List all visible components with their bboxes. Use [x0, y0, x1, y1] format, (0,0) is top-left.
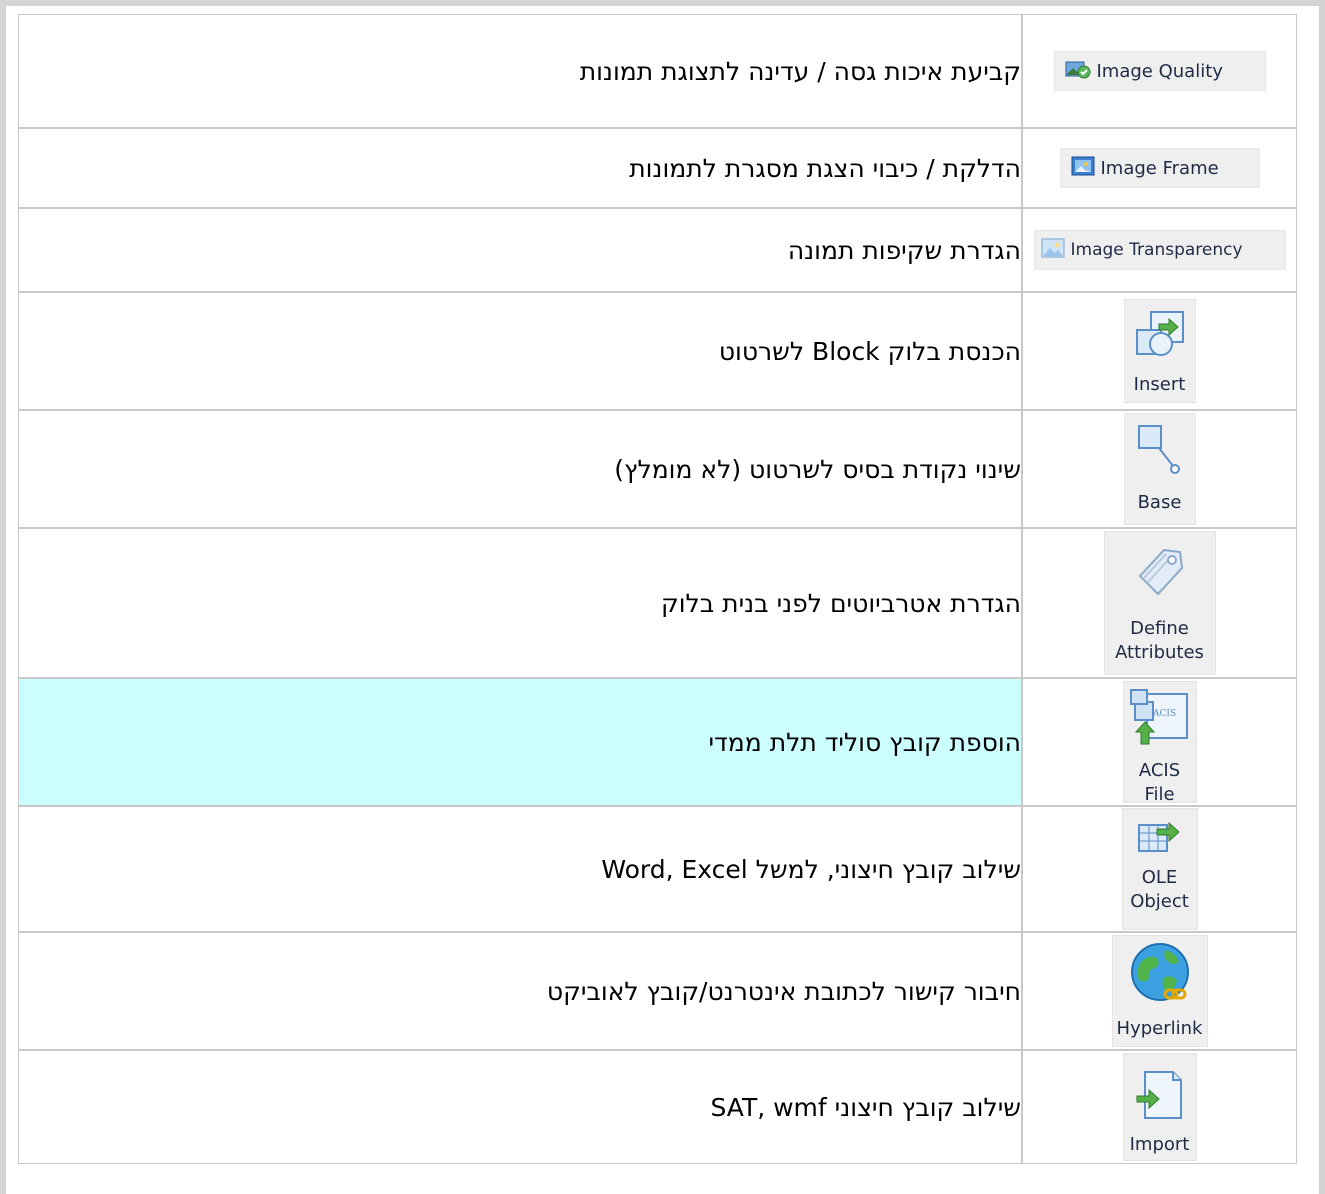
row-description: הדלקת / כיבוי הצגת מסגרת לתמונות: [18, 128, 1022, 208]
acis-file-label: ACIS: [1138, 760, 1181, 781]
image-transparency-button[interactable]: Image Transparency: [1033, 230, 1286, 270]
image-quality-button[interactable]: Image Quality: [1053, 51, 1266, 91]
image-frame-icon: [1071, 156, 1095, 181]
table-row: הדלקת / כיבוי הצגת מסגרת לתמונות Image F…: [18, 128, 1297, 208]
insert-label: Insert: [1133, 374, 1186, 395]
row-description: שילוב קובץ חיצוני SAT, wmf: [18, 1050, 1022, 1164]
icon-cell: Insert: [1022, 292, 1297, 410]
image-quality-label: Image Quality: [1096, 60, 1223, 82]
table-row: שילוב קובץ חיצוני SAT, wmf Import: [18, 1050, 1297, 1164]
icon-cell: Define Attributes: [1022, 528, 1297, 678]
base-point-icon: [1133, 422, 1187, 487]
table-row: חיבור קישור לכתובת אינטרנט/קובץ לאוביקט …: [18, 932, 1297, 1050]
row-description: הכנסת בלוק Block לשרטוט: [18, 292, 1022, 410]
row-description: הגדרת שקיפות תמונה: [18, 208, 1022, 292]
row-description: הוספת קובץ סוליד תלת ממדי: [18, 678, 1022, 806]
acis-file-button[interactable]: ACIS ACIS File: [1122, 681, 1197, 805]
icon-cell: Hyperlink: [1022, 932, 1297, 1050]
base-button[interactable]: Base: [1123, 413, 1196, 525]
define-attributes-button[interactable]: Define Attributes: [1103, 531, 1216, 675]
table-row: שילוב קובץ חיצוני, למשל Word, Excel OLE …: [18, 806, 1297, 932]
icon-cell: Image Transparency: [1022, 208, 1297, 292]
svg-text:ACIS: ACIS: [1152, 709, 1176, 719]
icon-cell: Image Frame: [1022, 128, 1297, 208]
ole-object-icon: [1137, 815, 1183, 862]
table-row: הכנסת בלוק Block לשרטוט Insert: [18, 292, 1297, 410]
row-description: שילוב קובץ חיצוני, למשל Word, Excel: [18, 806, 1022, 932]
image-frame-button[interactable]: Image Frame: [1059, 148, 1260, 188]
import-icon: [1135, 1068, 1185, 1129]
acis-file-icon: ACIS: [1129, 686, 1191, 755]
image-frame-label: Image Frame: [1100, 157, 1219, 179]
insert-block-icon: [1133, 308, 1187, 369]
image-transparency-icon: [1041, 238, 1065, 263]
ole-object-label: OLE: [1141, 867, 1178, 888]
ole-object-button[interactable]: OLE Object: [1121, 808, 1198, 930]
table-row: שינוי נקודת בסיס לשרטוט (לא מומלץ) Base: [18, 410, 1297, 528]
table-row: קביעת איכות גסה / עדינה לתצוגת תמונות Im…: [18, 14, 1297, 128]
icon-cell: OLE Object: [1022, 806, 1297, 932]
base-label: Base: [1137, 492, 1182, 513]
define-attributes-icon: [1130, 540, 1190, 613]
define-attributes-label-2: Attributes: [1115, 642, 1204, 663]
row-description: חיבור קישור לכתובת אינטרנט/קובץ לאוביקט: [18, 932, 1022, 1050]
icon-cell: Import: [1022, 1050, 1297, 1164]
image-quality-icon: [1065, 59, 1091, 84]
icon-cell: ACIS ACIS File: [1022, 678, 1297, 806]
row-description: קביעת איכות גסה / עדינה לתצוגת תמונות: [18, 14, 1022, 128]
hyperlink-button[interactable]: Hyperlink: [1111, 935, 1208, 1047]
import-label: Import: [1129, 1134, 1190, 1155]
icon-cell: Base: [1022, 410, 1297, 528]
table-row: הגדרת אטרביוטים לפני בנית בלוק Define At…: [18, 528, 1297, 678]
hyperlink-label: Hyperlink: [1116, 1018, 1203, 1039]
table-row: הוספת קובץ סוליד תלת ממדי ACIS ACIS File: [18, 678, 1297, 806]
command-table: קביעת איכות גסה / עדינה לתצוגת תמונות Im…: [18, 14, 1297, 1164]
insert-button[interactable]: Insert: [1123, 299, 1196, 403]
row-description: שינוי נקודת בסיס לשרטוט (לא מומלץ): [18, 410, 1022, 528]
acis-file-label-2: File: [1144, 784, 1175, 805]
hyperlink-icon: [1127, 940, 1193, 1013]
row-description: הגדרת אטרביוטים לפני בנית בלוק: [18, 528, 1022, 678]
table-row: הגדרת שקיפות תמונה Image Transparency: [18, 208, 1297, 292]
ole-object-label-2: Object: [1130, 891, 1189, 912]
define-attributes-label: Define: [1130, 618, 1189, 639]
image-transparency-label: Image Transparency: [1070, 240, 1243, 260]
import-button[interactable]: Import: [1122, 1053, 1197, 1161]
icon-cell: Image Quality: [1022, 14, 1297, 128]
